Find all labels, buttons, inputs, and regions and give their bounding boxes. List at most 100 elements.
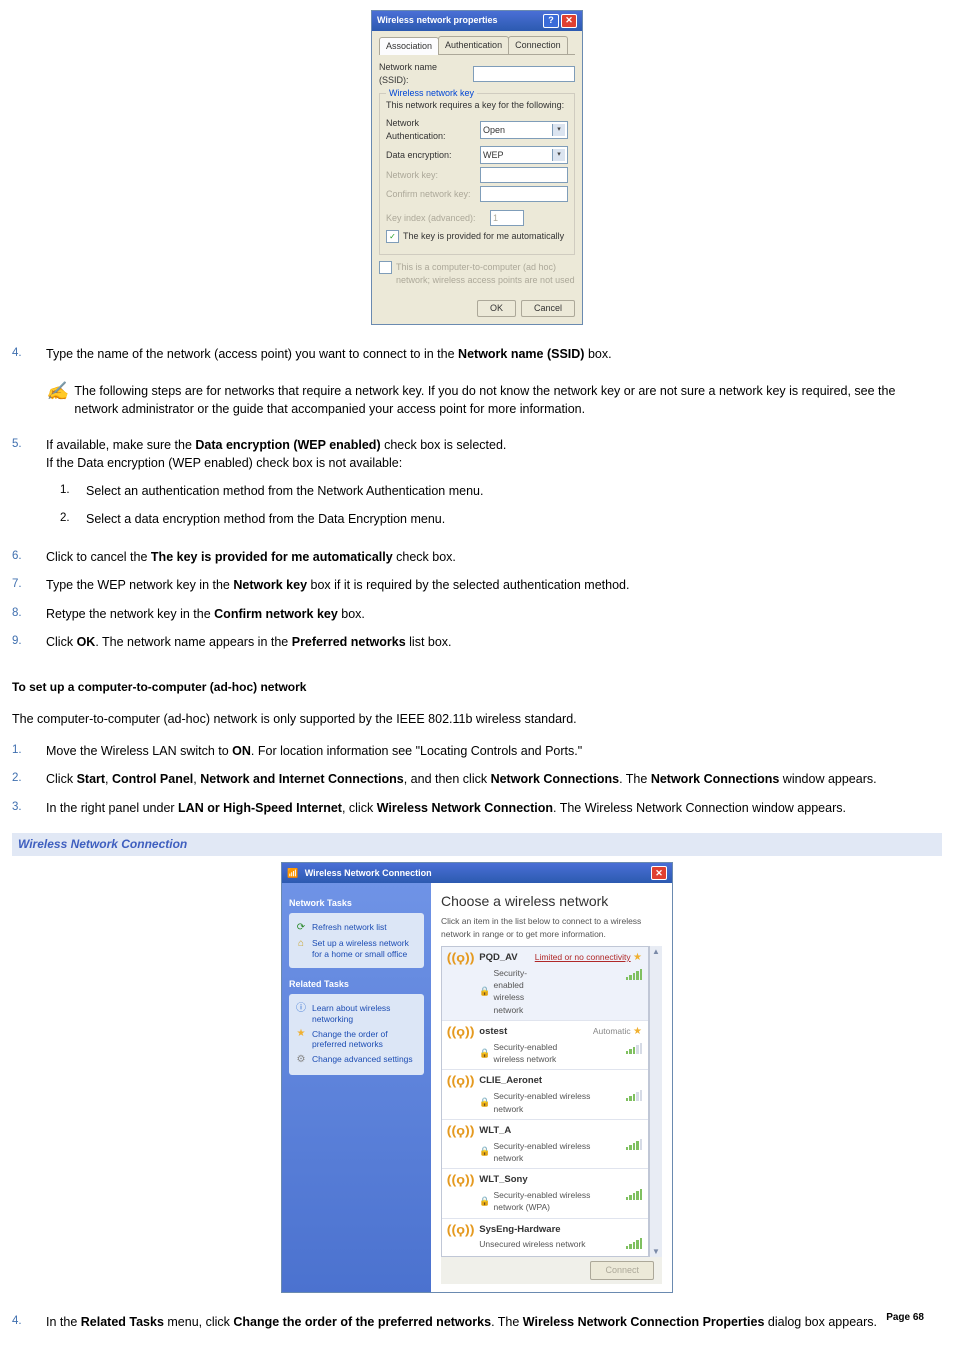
task-advanced[interactable]: ⚙ Change advanced settings xyxy=(295,1054,418,1066)
wnc-main-heading: Choose a wireless network xyxy=(441,891,662,911)
signal-icon: ((ϙ)) xyxy=(447,1223,475,1236)
network-security: Security-enabled wireless network xyxy=(493,1090,619,1115)
key-index-spinner[interactable]: 1 xyxy=(490,210,524,226)
key-index-label: Key index (advanced): xyxy=(386,212,486,225)
step-number: 9. xyxy=(12,633,46,651)
step-number: 2. xyxy=(12,770,46,788)
lock-icon: 🔒 xyxy=(479,1195,490,1208)
antenna-icon: 📶 xyxy=(287,868,298,878)
ok-button[interactable]: OK xyxy=(477,300,516,317)
ssid-input[interactable] xyxy=(473,66,575,82)
info-icon: ⓘ xyxy=(295,1003,307,1015)
auto-key-checkbox[interactable]: ✓ xyxy=(386,230,399,243)
task-learn[interactable]: ⓘ Learn about wireless networking xyxy=(295,1003,418,1024)
lock-icon: 🔒 xyxy=(479,985,490,998)
network-name: WLT_Sony xyxy=(479,1173,619,1187)
signal-icon: ((ϙ)) xyxy=(447,1124,475,1137)
chevron-down-icon: ▾ xyxy=(552,149,565,161)
step-number: 4. xyxy=(12,1313,46,1331)
auth-select[interactable]: Open ▾ xyxy=(480,121,568,139)
scroll-up-icon[interactable]: ▲ xyxy=(652,946,660,958)
dialog-tabs: Association Authentication Connection xyxy=(379,36,575,55)
network-item[interactable]: ((ϙ)) WLT_Sony 🔒Security-enabled wireles… xyxy=(442,1169,648,1218)
gear-icon: ⚙ xyxy=(295,1054,307,1066)
network-item[interactable]: ((ϙ)) WLT_A 🔒Security-enabled wireless n… xyxy=(442,1120,648,1169)
signal-bars-icon xyxy=(626,1188,643,1200)
instruction-list-a: 4. Type the name of the network (access … xyxy=(12,345,942,363)
wnc-main: Choose a wireless network Click an item … xyxy=(431,883,672,1292)
enc-label: Data encryption: xyxy=(386,149,476,162)
step-text: In the Related Tasks menu, click Change … xyxy=(46,1313,942,1331)
wireless-properties-dialog: Wireless network properties ? ✕ Associat… xyxy=(371,10,583,325)
step-text: Click OK. The network name appears in th… xyxy=(46,633,942,651)
status-limited[interactable]: Limited or no connectivity xyxy=(535,952,631,962)
step-text: Move the Wireless LAN switch to ON. For … xyxy=(46,742,942,760)
network-security: Security-enabled wireless network xyxy=(493,1140,619,1165)
wireless-connection-window: 📶 Wireless Network Connection ✕ Network … xyxy=(281,862,673,1293)
network-item[interactable]: ((ϙ)) CLIE_Aeronet 🔒Security-enabled wir… xyxy=(442,1070,648,1119)
wnc-main-sub: Click an item in the list below to conne… xyxy=(441,915,662,940)
tab-authentication[interactable]: Authentication xyxy=(438,36,509,54)
step-number: 5. xyxy=(12,436,46,539)
note-block: ✍ The following steps are for networks t… xyxy=(46,382,942,418)
step-text: Click Start, Control Panel, Network and … xyxy=(46,770,942,788)
substep-text: Select an authentication method from the… xyxy=(86,482,483,500)
group-title: Wireless network key xyxy=(386,87,477,100)
signal-bars-icon xyxy=(626,1042,643,1054)
wnc-sidebar: Network Tasks ⟳ Refresh network list ⌂ S… xyxy=(282,883,431,1292)
wireless-key-group: Wireless network key This network requir… xyxy=(379,93,575,255)
wnc-title-text: Wireless Network Connection xyxy=(305,868,432,878)
network-item[interactable]: ((ϙ)) SysEng-Hardware Unsecured wireless… xyxy=(442,1219,648,1257)
step-text: Retype the network key in the Confirm ne… xyxy=(46,605,942,623)
network-name: CLIE_Aeronet xyxy=(479,1074,619,1088)
network-security: Security-enabled wireless network (WPA) xyxy=(493,1189,619,1214)
network-list: ((ϙ)) PQD_AV 🔒Security-enabled wireless … xyxy=(441,946,649,1257)
network-item[interactable]: ((ϙ)) PQD_AV 🔒Security-enabled wireless … xyxy=(442,947,648,1021)
help-icon[interactable]: ? xyxy=(543,14,559,28)
key-input[interactable] xyxy=(480,167,568,183)
star-icon: ★ xyxy=(633,952,642,963)
tab-connection[interactable]: Connection xyxy=(508,36,568,54)
tab-association[interactable]: Association xyxy=(379,37,439,55)
step-number: 1. xyxy=(12,742,46,760)
instruction-list-b: 4. In the Related Tasks menu, click Chan… xyxy=(12,1313,942,1331)
network-security: Unsecured wireless network xyxy=(479,1238,585,1250)
network-security: Security-enabled wireless network xyxy=(493,1041,586,1066)
network-name: SysEng-Hardware xyxy=(479,1223,619,1237)
page-number: Page 68 xyxy=(886,1311,924,1326)
substep-number: 2. xyxy=(60,510,86,528)
task-setup-network[interactable]: ⌂ Set up a wireless network for a home o… xyxy=(295,938,418,959)
figure-caption: Wireless Network Connection xyxy=(12,833,942,856)
step-text: Click to cancel the The key is provided … xyxy=(46,548,942,566)
signal-bars-icon xyxy=(626,1237,643,1249)
confirm-key-label: Confirm network key: xyxy=(386,188,476,201)
enc-select[interactable]: WEP ▾ xyxy=(480,146,568,164)
substep-text: Select a data encryption method from the… xyxy=(86,510,445,528)
dialog-titlebar: Wireless network properties ? ✕ xyxy=(372,11,582,31)
note-icon: ✍ xyxy=(46,382,68,400)
step-number: 6. xyxy=(12,548,46,566)
scroll-down-icon[interactable]: ▼ xyxy=(652,1246,660,1258)
adhoc-intro: The computer-to-computer (ad-hoc) networ… xyxy=(12,710,942,728)
chevron-down-icon: ▾ xyxy=(552,124,565,136)
network-item[interactable]: ((ϙ)) ostest 🔒Security-enabled wireless … xyxy=(442,1021,648,1070)
signal-bars-icon xyxy=(626,1138,643,1150)
confirm-key-input[interactable] xyxy=(480,186,568,202)
scrollbar[interactable]: ▲ ▼ xyxy=(649,946,662,1257)
lock-icon: 🔒 xyxy=(479,1096,490,1109)
signal-bars-icon xyxy=(626,968,643,980)
lock-icon: 🔒 xyxy=(479,1145,490,1158)
close-icon[interactable]: ✕ xyxy=(651,866,667,880)
network-security: Security-enabled wireless network xyxy=(493,967,528,1016)
wnc-titlebar: 📶 Wireless Network Connection ✕ xyxy=(282,863,672,883)
task-refresh[interactable]: ⟳ Refresh network list xyxy=(295,922,418,934)
signal-icon: ((ϙ)) xyxy=(447,1173,475,1186)
network-name: PQD_AV xyxy=(479,951,528,965)
close-icon[interactable]: ✕ xyxy=(561,14,577,28)
signal-bars-icon xyxy=(626,1089,643,1101)
status-automatic: Automatic xyxy=(593,1026,631,1036)
connect-button[interactable]: Connect xyxy=(590,1261,654,1280)
cancel-button[interactable]: Cancel xyxy=(521,300,575,317)
task-change-order[interactable]: ★ Change the order of preferred networks xyxy=(295,1029,418,1050)
adhoc-checkbox[interactable] xyxy=(379,261,392,274)
